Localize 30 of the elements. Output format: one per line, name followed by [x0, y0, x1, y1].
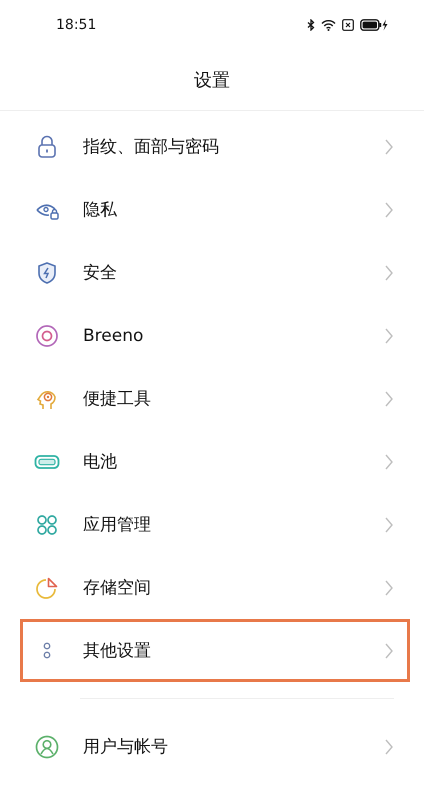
- chevron-icon: [385, 202, 393, 218]
- chevron-icon: [385, 328, 393, 344]
- chevron-icon: [385, 516, 393, 532]
- settings-item[interactable]: 指纹、面部与密码: [20, 115, 410, 178]
- settings-item[interactable]: 安全: [20, 241, 410, 304]
- chevron-icon: [385, 738, 393, 754]
- chevron-icon: [385, 138, 393, 154]
- ring-icon: [34, 322, 60, 348]
- status-time: 18:51: [56, 17, 96, 33]
- settings-item[interactable]: 应用管理: [20, 493, 410, 556]
- settings-item[interactable]: 便捷工具: [20, 367, 410, 430]
- chevron-icon: [385, 580, 393, 596]
- chevron-icon: [385, 642, 393, 658]
- chevron-icon: [385, 454, 393, 470]
- wifi-icon: [321, 19, 336, 31]
- settings-item[interactable]: 用户与帐号: [20, 715, 410, 778]
- settings-item[interactable]: 电池: [20, 430, 410, 493]
- settings-item[interactable]: 其他设置: [20, 619, 410, 682]
- bluetooth-icon: [307, 19, 315, 31]
- dots-icon: [43, 642, 51, 659]
- settings-item[interactable]: 存储空间: [20, 556, 410, 619]
- battery-icon: [360, 19, 388, 31]
- settings-item[interactable]: 隐私: [20, 178, 410, 241]
- sim-icon: [342, 19, 354, 31]
- page-title: 设置: [194, 69, 230, 92]
- user-icon: [34, 734, 60, 760]
- chevron-icon: [385, 264, 393, 280]
- chevron-icon: [385, 390, 393, 406]
- pie-chart-icon: [34, 574, 60, 600]
- settings-item[interactable]: Breeno: [20, 304, 410, 367]
